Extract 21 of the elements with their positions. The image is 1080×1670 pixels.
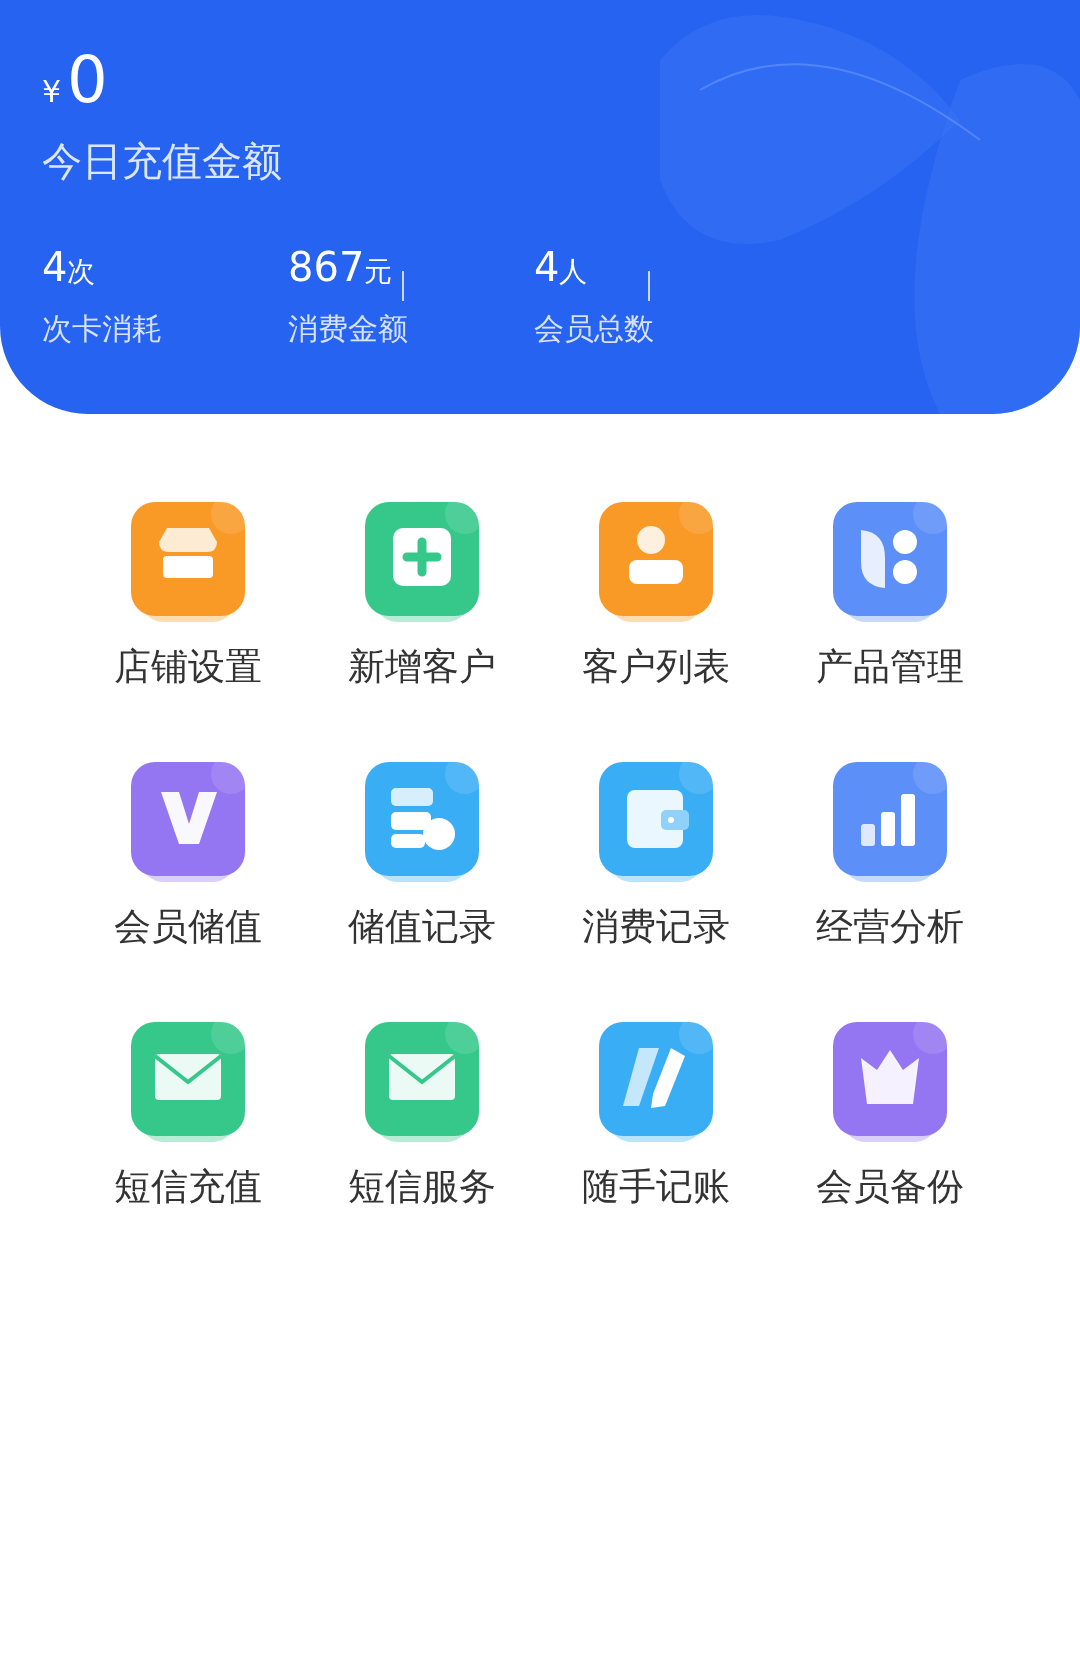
menu-item[interactable]: 会员备份 bbox=[816, 1162, 964, 1212]
stat-label: 消费金额 bbox=[288, 310, 409, 348]
recharge-amount: 0 bbox=[67, 48, 108, 112]
stat-value: 867元 bbox=[288, 247, 394, 287]
menu-item[interactable]: 消费记录 bbox=[582, 902, 730, 952]
stat-label: 会员总数 bbox=[534, 310, 655, 348]
menu-item[interactable]: 短信充值 bbox=[114, 1162, 262, 1212]
menu-item[interactable]: 会员储值 bbox=[114, 902, 262, 952]
menu-item[interactable]: 客户列表 bbox=[582, 642, 730, 692]
menu-item[interactable]: 储值记录 bbox=[348, 902, 496, 952]
currency-symbol: ¥ bbox=[42, 74, 62, 109]
menu-item[interactable]: 经营分析 bbox=[816, 902, 964, 952]
stat-value: 4次 bbox=[42, 247, 97, 287]
menu-item[interactable]: 随手记账 bbox=[582, 1162, 730, 1212]
menu-item[interactable]: 短信服务 bbox=[348, 1162, 496, 1212]
menu-item[interactable]: 店铺设置 bbox=[114, 642, 262, 692]
recharge-label: 今日充值金额 bbox=[42, 137, 283, 186]
stat-value: 4人 bbox=[534, 247, 589, 287]
stat-label: 次卡消耗 bbox=[42, 310, 163, 348]
menu-item[interactable]: 产品管理 bbox=[816, 642, 964, 692]
menu-item[interactable]: 新增客户 bbox=[348, 642, 496, 692]
